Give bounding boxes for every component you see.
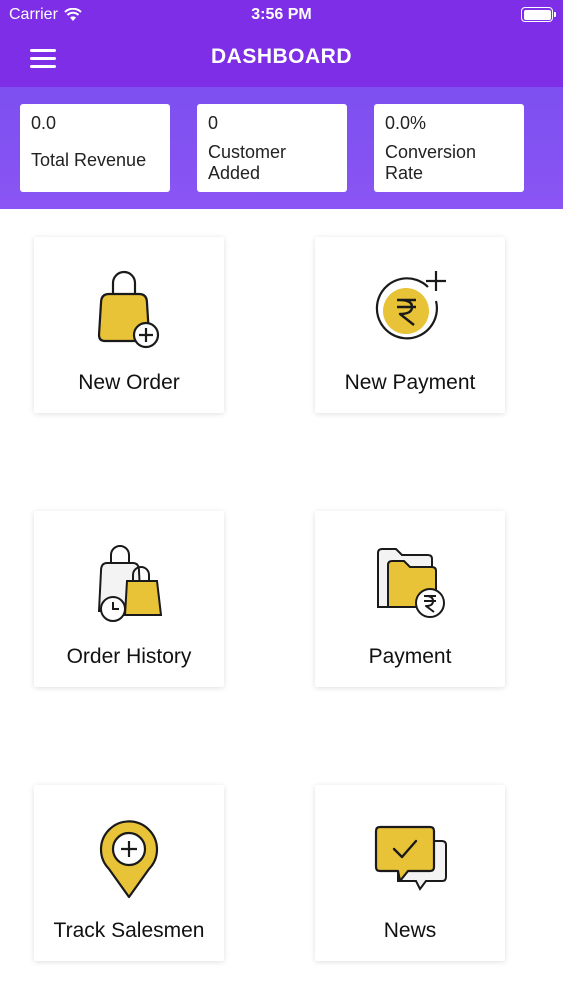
tile-label: News xyxy=(383,919,437,942)
tile-payment[interactable]: Payment xyxy=(315,511,505,687)
stat-label: Total Revenue xyxy=(31,150,147,170)
stat-label: Conversion Rate xyxy=(385,142,477,183)
tile-label: New Payment xyxy=(344,371,476,394)
tile-news[interactable]: News xyxy=(315,785,505,961)
battery-icon xyxy=(521,7,556,22)
clock: 3:56 PM xyxy=(251,6,312,23)
bags-clock-icon xyxy=(97,545,163,622)
shopping-bag-plus-icon xyxy=(97,270,160,349)
stat-value: 0 xyxy=(208,113,219,133)
tile-label: Payment xyxy=(368,645,452,668)
status-bar: Carrier 3:56 PM xyxy=(0,0,563,30)
stat-card-customer-added: 0 Customer Added xyxy=(197,104,347,192)
page-title: DASHBOARD xyxy=(211,45,352,68)
tile-track-salesmen[interactable]: Track Salesmen xyxy=(34,785,224,961)
folder-rupee-icon xyxy=(377,548,445,618)
chat-bubble-check-icon xyxy=(374,825,447,891)
rupee-coin-plus-icon xyxy=(375,271,446,340)
location-pin-plus-icon xyxy=(99,820,159,899)
tile-new-order[interactable]: New Order xyxy=(34,237,224,413)
tile-new-payment[interactable]: New Payment xyxy=(315,237,505,413)
nav-bar: DASHBOARD xyxy=(0,30,563,87)
tile-label: Track Salesmen xyxy=(53,919,205,942)
tile-label: Order History xyxy=(66,645,192,668)
stat-label: Customer Added xyxy=(208,142,287,183)
stat-value: 0.0% xyxy=(385,113,427,133)
tile-label: New Order xyxy=(78,371,180,394)
stat-card-conversion-rate: 0.0% Conversion Rate xyxy=(374,104,524,192)
stat-value: 0.0 xyxy=(31,113,57,133)
stat-card-total-revenue: 0.0 Total Revenue xyxy=(20,104,170,192)
tile-order-history[interactable]: Order History xyxy=(34,511,224,687)
stats-band: 0.0 Total Revenue 0 Customer Added 0.0% … xyxy=(0,87,563,209)
